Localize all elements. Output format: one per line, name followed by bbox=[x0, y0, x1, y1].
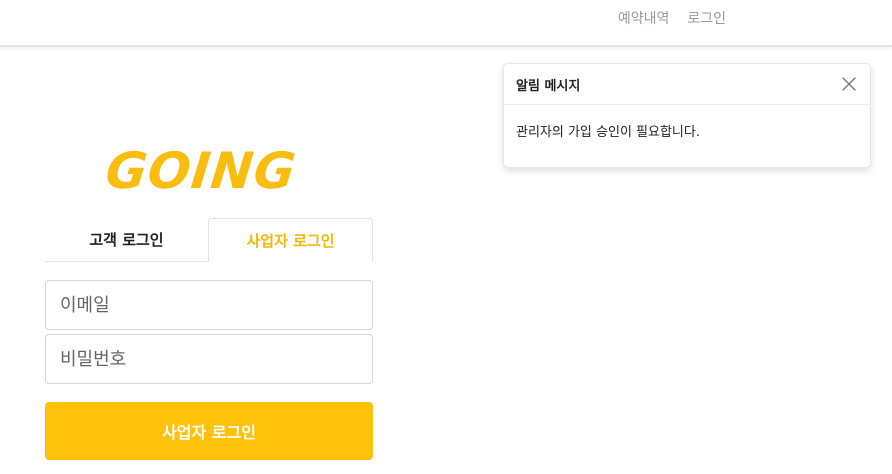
close-icon[interactable] bbox=[840, 75, 858, 93]
going-logo: GOING bbox=[102, 142, 300, 200]
tab-business-login[interactable]: 사업자 로그인 bbox=[208, 218, 373, 262]
toast-header: 알림 메시지 bbox=[504, 64, 870, 105]
toast-message: 관리자의 가입 승인이 필요합니다. bbox=[516, 125, 700, 140]
password-field[interactable] bbox=[45, 334, 373, 384]
tab-customer-login[interactable]: 고객 로그인 bbox=[45, 218, 208, 262]
login-type-tabs: 고객 로그인 사업자 로그인 bbox=[45, 218, 373, 262]
top-header: 예약내역 로그인 bbox=[0, 0, 892, 47]
email-field[interactable] bbox=[45, 280, 373, 330]
business-login-button[interactable]: 사업자 로그인 bbox=[45, 402, 373, 460]
toast-title: 알림 메시지 bbox=[516, 78, 581, 94]
alert-toast: 알림 메시지 관리자의 가입 승인이 필요합니다. bbox=[503, 63, 871, 168]
login-page: 예약내역 로그인 GOING 고객 로그인 사업자 로그인 사업자 로그인 알림… bbox=[0, 0, 892, 474]
top-nav: 예약내역 로그인 bbox=[618, 8, 726, 28]
nav-login-link[interactable]: 로그인 bbox=[687, 8, 726, 28]
nav-reservations-link[interactable]: 예약내역 bbox=[618, 8, 670, 28]
